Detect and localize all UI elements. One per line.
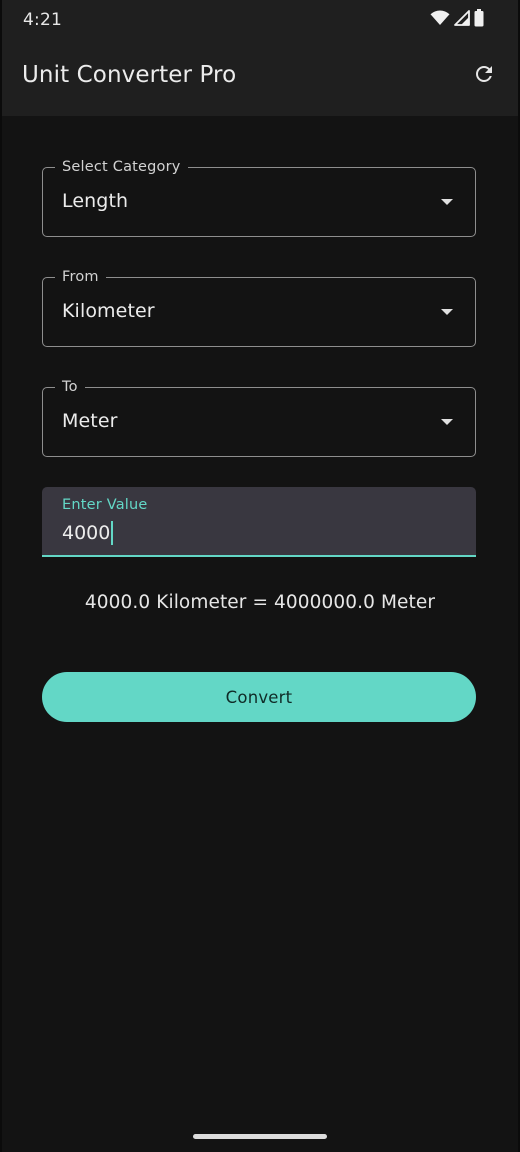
conversion-result: 4000.0 Kilometer = 4000000.0 Meter xyxy=(84,592,436,613)
gesture-navigation-handle[interactable] xyxy=(193,1134,327,1139)
category-label: Select Category xyxy=(55,157,188,177)
from-unit-dropdown[interactable]: From Kilometer xyxy=(42,267,476,347)
battery-icon xyxy=(474,9,484,31)
app-screen: 4:21 Unit Converter Pro Select Category … xyxy=(2,0,518,1152)
dropdown-arrow-icon xyxy=(441,199,453,205)
category-value: Length xyxy=(62,190,129,212)
to-label: To xyxy=(55,377,85,397)
category-dropdown[interactable]: Select Category Length xyxy=(42,157,476,237)
text-cursor xyxy=(111,521,114,545)
refresh-icon xyxy=(472,62,496,90)
app-title: Unit Converter Pro xyxy=(22,62,237,88)
convert-button[interactable]: Convert xyxy=(42,672,476,722)
cellular-signal-icon xyxy=(454,10,470,30)
from-value: Kilometer xyxy=(62,300,155,322)
value-input-field[interactable]: Enter Value 4000 xyxy=(42,487,476,557)
app-bar: Unit Converter Pro xyxy=(2,40,518,116)
value-input-text: 4000 xyxy=(62,522,111,544)
status-bar: 4:21 xyxy=(2,0,518,40)
dropdown-arrow-icon xyxy=(441,419,453,425)
from-label: From xyxy=(55,267,106,287)
wifi-icon xyxy=(430,10,450,30)
dropdown-arrow-icon xyxy=(441,309,453,315)
to-unit-dropdown[interactable]: To Meter xyxy=(42,377,476,457)
status-time: 4:21 xyxy=(23,10,62,30)
value-input[interactable]: 4000 xyxy=(62,521,114,545)
status-icons xyxy=(430,9,484,31)
to-value: Meter xyxy=(62,410,118,432)
refresh-button[interactable] xyxy=(470,62,498,90)
value-input-label: Enter Value xyxy=(62,497,148,513)
